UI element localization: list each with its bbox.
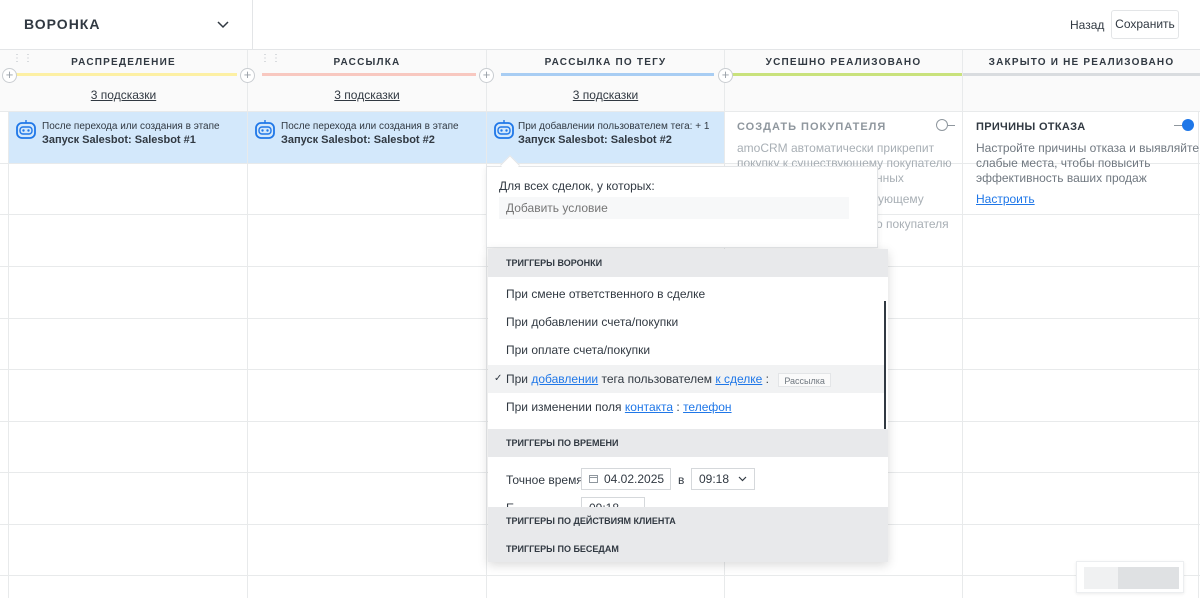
create-buyer-desc-5: о покупателя — [876, 217, 949, 231]
trigger-card[interactable]: После перехода или создания в этапе Запу… — [248, 112, 486, 163]
trigger-card[interactable]: При добавлении пользователем тега: + 1 З… — [487, 112, 724, 163]
menu-item-text: : — [765, 372, 769, 386]
create-buyer-desc-1: amoCRM автоматически прикрепит — [737, 141, 935, 155]
create-buyer-title: СОЗДАТЬ ПОКУПАТЕЛЯ — [737, 121, 887, 133]
trigger-condition: После перехода или создания в этапе — [281, 121, 459, 132]
chevron-down-icon — [738, 476, 747, 482]
stage-column: РАССЫЛКА ПО ТЕГУ 3 подсказки — [487, 50, 725, 112]
minimap-segment — [1084, 567, 1118, 589]
stage-color-bar — [14, 73, 237, 76]
save-button[interactable]: Сохранить — [1111, 10, 1179, 39]
loss-reasons-setup-link[interactable]: Настроить — [976, 192, 1035, 206]
stage-color-bar — [501, 73, 714, 76]
trigger-type-menu: ТРИГГЕРЫ ВОРОНКИ При смене ответственног… — [488, 249, 888, 562]
create-buyer-toggle[interactable] — [936, 119, 956, 131]
section-chat-triggers: ТРИГГЕРЫ ПО БЕСЕДАМ — [488, 535, 888, 562]
back-button[interactable]: Назад — [1062, 11, 1112, 39]
time-select[interactable]: 09:18 — [691, 468, 755, 490]
loss-reasons-desc-2: слабые места, чтобы повысить — [976, 156, 1151, 170]
section-pipeline-triggers: ТРИГГЕРЫ ВОРОНКИ — [488, 249, 888, 277]
trigger-condition: При добавлении пользователем тега: + 1 — [518, 121, 710, 132]
salesbot-icon — [16, 120, 36, 139]
stage-title: ЗАКРЫТО И НЕ РЕАЛИЗОВАНО — [988, 57, 1175, 68]
menu-item-tag-added[interactable]: ✓ При добавлении тега пользователем к сд… — [488, 365, 885, 393]
loss-reasons-desc-1: Настройте причины отказа и выявляйте — [976, 141, 1200, 155]
stage-title: РАССЫЛКА ПО ТЕГУ — [544, 57, 667, 68]
add-stage-button[interactable]: + — [240, 68, 255, 83]
menu-item-text: тега пользователем — [601, 372, 713, 386]
stage-title: РАСПРЕДЕЛЕНИЕ — [71, 57, 176, 68]
create-buyer-desc-4: ующему — [878, 192, 924, 206]
stage-title: УСПЕШНО РЕАЛИЗОВАНО — [765, 57, 922, 68]
trigger-action: Запуск Salesbot: Salesbot #1 — [42, 134, 196, 146]
menu-item-invoice-add[interactable]: При добавлении счета/покупки — [488, 308, 885, 336]
date-input[interactable]: 04.02.2025 — [581, 468, 671, 490]
menu-item-text: При изменении поля — [506, 400, 622, 414]
add-stage-button[interactable]: + — [479, 68, 494, 83]
create-buyer-desc-3: нных — [876, 171, 904, 185]
field-name-link[interactable]: телефон — [683, 400, 732, 414]
menu-item-text: При — [506, 372, 529, 386]
stage-column: УСПЕШНО РЕАЛИЗОВАНО — [725, 50, 963, 112]
pipeline-select[interactable]: ВОРОНКА — [0, 0, 253, 50]
loss-reasons-desc-3: эффективность ваших продаж — [976, 171, 1147, 185]
minimap-viewport — [1118, 567, 1179, 589]
trigger-action: Запуск Salesbot: Salesbot #2 — [281, 134, 435, 146]
menu-item-field-change[interactable]: При изменении поля контакта : телефон — [488, 393, 885, 421]
popup-label: Для всех сделок, у которых: — [499, 179, 655, 193]
stage-column: ЗАКРЫТО И НЕ РЕАЛИЗОВАНО — [963, 50, 1200, 112]
time-value: 09:18 — [699, 472, 730, 486]
loss-reasons-title: ПРИЧИНЫ ОТКАЗА — [976, 121, 1086, 133]
stage-color-bar — [963, 73, 1200, 76]
stage-column: ⋮⋮ РАССЫЛКА 3 подсказки — [248, 50, 487, 112]
menu-item-text: : — [676, 400, 680, 414]
add-condition-input[interactable] — [499, 197, 849, 219]
salesbot-icon — [255, 120, 275, 139]
date-value: 04.02.2025 — [604, 472, 665, 486]
at-label: в — [678, 473, 685, 487]
tag-action-link[interactable]: добавлении — [531, 372, 598, 386]
stage-hints-link[interactable]: 3 подсказки — [487, 88, 724, 102]
stage-title: РАССЫЛКА — [333, 57, 401, 68]
add-stage-button[interactable]: + — [2, 68, 17, 83]
checkmark-icon: ✓ — [494, 373, 503, 384]
trigger-condition: После перехода или создания в этапе — [42, 121, 220, 132]
tag-chip[interactable]: Рассылка — [778, 372, 831, 387]
field-entity-link[interactable]: контакта — [625, 400, 673, 414]
trigger-condition-popup: Для всех сделок, у которых: — [486, 166, 878, 248]
stage-hints-link[interactable]: 3 подсказки — [0, 88, 247, 102]
trigger-card[interactable]: После перехода или создания в этапе Запу… — [9, 112, 247, 163]
stages-header: ⋮⋮ РАСПРЕДЕЛЕНИЕ 3 подсказки ⋮⋮ РАССЫЛКА… — [0, 50, 1200, 112]
chevron-down-icon — [217, 21, 229, 29]
section-time-triggers: ТРИГГЕРЫ ПО ВРЕМЕНИ — [488, 429, 888, 457]
stage-color-bar — [725, 73, 962, 76]
pipeline-name: ВОРОНКА — [24, 16, 101, 32]
stage-hints-link[interactable]: 3 подсказки — [248, 88, 486, 102]
tag-entity-link[interactable]: к сделке — [715, 372, 762, 386]
menu-item-invoice-pay[interactable]: При оплате счета/покупки — [488, 336, 885, 364]
stage-color-bar — [262, 73, 476, 76]
add-stage-button[interactable]: + — [718, 68, 733, 83]
stage-column: ⋮⋮ РАСПРЕДЕЛЕНИЕ 3 подсказки — [0, 50, 248, 112]
minimap-widget[interactable] — [1076, 561, 1184, 593]
section-client-triggers: ТРИГГЕРЫ ПО ДЕЙСТВИЯМ КЛИЕНТА — [488, 507, 888, 535]
loss-reasons-toggle[interactable] — [1174, 119, 1194, 131]
salesbot-icon — [494, 120, 514, 139]
exact-time-label: Точное время — [506, 473, 583, 487]
top-bar: ВОРОНКА Назад Сохранить — [0, 0, 1200, 50]
calendar-icon — [589, 475, 598, 483]
menu-scrollbar[interactable] — [884, 301, 886, 431]
menu-item-responsible-change[interactable]: При смене ответственного в сделке — [488, 280, 885, 308]
trigger-action: Запуск Salesbot: Salesbot #2 — [518, 134, 672, 146]
